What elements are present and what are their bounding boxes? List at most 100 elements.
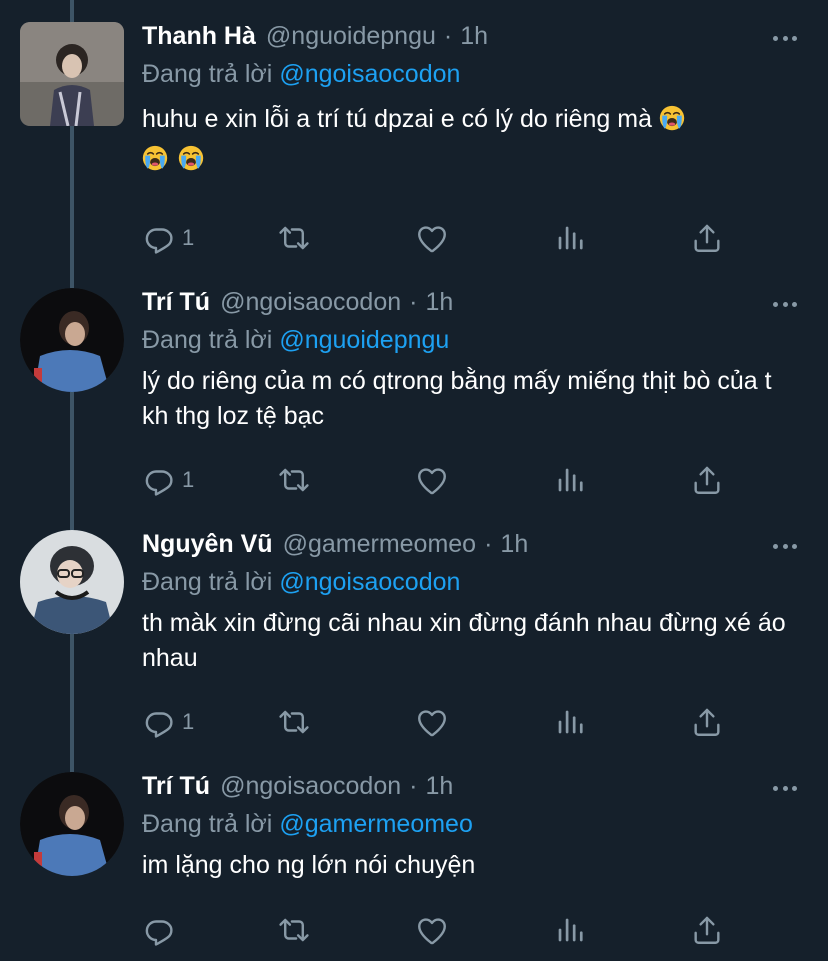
timestamp[interactable]: 1h bbox=[460, 22, 488, 51]
analytics-button[interactable] bbox=[553, 218, 587, 258]
like-button[interactable] bbox=[415, 218, 449, 258]
share-icon bbox=[690, 221, 724, 255]
replying-to: Đang trả lời @ngoisaocodon bbox=[142, 56, 800, 92]
retweet-icon bbox=[277, 913, 311, 947]
more-icon[interactable] bbox=[770, 26, 800, 50]
mention-link[interactable]: @nguoidepngu bbox=[279, 326, 449, 354]
retweet-icon bbox=[277, 463, 311, 497]
tweet-text: im lặng cho ng lớn nói chuyện bbox=[142, 851, 476, 879]
tweet-content: Trí Tú @ngoisaocodon · 1h Đang trả lời @n… bbox=[142, 288, 800, 434]
reply-count: 1 bbox=[182, 467, 195, 492]
avatar[interactable] bbox=[20, 288, 124, 392]
tweet-actions: 1 bbox=[142, 702, 742, 742]
mention-link[interactable]: @ngoisaocodon bbox=[279, 568, 460, 596]
reply-button[interactable]: 1 bbox=[142, 702, 194, 742]
like-button[interactable] bbox=[415, 910, 449, 950]
tweet-actions: 1 bbox=[142, 460, 742, 500]
like-button[interactable] bbox=[415, 702, 449, 742]
tweet-text: huhu e xin lỗi a trí tú dpzai e có lý do… bbox=[142, 102, 800, 171]
loudly-crying-face-emoji bbox=[142, 145, 168, 171]
emoji-row bbox=[142, 145, 800, 171]
like-button[interactable] bbox=[415, 460, 449, 500]
more-icon[interactable] bbox=[770, 292, 800, 316]
tweet-content: Trí Tú @ngoisaocodon · 1h Đang trả lời @g… bbox=[142, 772, 800, 883]
user-handle[interactable]: @gamermeomeo bbox=[283, 530, 477, 559]
display-name[interactable]: Trí Tú bbox=[142, 288, 210, 317]
share-icon bbox=[690, 913, 724, 947]
replying-to-label: Đang trả lời bbox=[142, 326, 273, 354]
mention-link[interactable]: @ngoisaocodon bbox=[279, 60, 460, 88]
loudly-crying-face-emoji bbox=[178, 145, 204, 171]
user-handle[interactable]: @ngoisaocodon bbox=[220, 772, 401, 801]
loudly-crying-face-emoji bbox=[659, 105, 685, 131]
reply-button[interactable] bbox=[142, 910, 182, 950]
avatar[interactable] bbox=[20, 772, 124, 876]
reply-icon bbox=[142, 221, 176, 255]
analytics-button[interactable] bbox=[553, 460, 587, 500]
analytics-icon bbox=[553, 221, 587, 255]
retweet-button[interactable] bbox=[277, 218, 311, 258]
analytics-button[interactable] bbox=[553, 910, 587, 950]
retweet-button[interactable] bbox=[277, 702, 311, 742]
tweet[interactable]: Trí Tú @ngoisaocodon · 1h Đang trả lời @g… bbox=[0, 772, 828, 961]
like-icon bbox=[415, 705, 449, 739]
tweet-text-content: huhu e xin lỗi a trí tú dpzai e có lý do… bbox=[142, 105, 653, 133]
share-icon bbox=[690, 705, 724, 739]
tweet-text: lý do riêng của m có qtrong bằng mấy miế… bbox=[142, 367, 772, 430]
tweet-header: Thanh Hà @nguoidepngu · 1h bbox=[142, 22, 800, 56]
analytics-icon bbox=[553, 913, 587, 947]
retweet-button[interactable] bbox=[277, 460, 311, 500]
mention-link[interactable]: @gamermeomeo bbox=[279, 810, 473, 838]
avatar[interactable] bbox=[20, 22, 124, 126]
replying-to-label: Đang trả lời bbox=[142, 60, 273, 88]
user-handle[interactable]: @ngoisaocodon bbox=[220, 288, 401, 317]
share-button[interactable] bbox=[690, 460, 724, 500]
tweet[interactable]: Trí Tú @ngoisaocodon · 1h Đang trả lời @n… bbox=[0, 288, 828, 508]
reply-count: 1 bbox=[182, 709, 195, 734]
replying-to: Đang trả lời @ngoisaocodon bbox=[142, 564, 800, 600]
replying-to-label: Đang trả lời bbox=[142, 810, 273, 838]
like-icon bbox=[415, 463, 449, 497]
tweet-actions: 1 bbox=[142, 218, 742, 258]
separator-dot: · bbox=[409, 772, 418, 800]
share-button[interactable] bbox=[690, 910, 724, 950]
reply-icon bbox=[142, 913, 176, 947]
tweet-header: Trí Tú @ngoisaocodon · 1h bbox=[142, 288, 800, 322]
tweet-actions bbox=[142, 910, 742, 950]
tweet-header: Nguyên Vũ @gamermeomeo · 1h bbox=[142, 530, 800, 564]
reply-button[interactable]: 1 bbox=[142, 460, 194, 500]
separator-dot: · bbox=[484, 530, 493, 558]
tweet[interactable]: Thanh Hà @nguoidepngu · 1h Đang trả lời @… bbox=[0, 22, 828, 262]
display-name[interactable]: Trí Tú bbox=[142, 772, 210, 801]
replying-to: Đang trả lời @nguoidepngu bbox=[142, 322, 800, 358]
separator-dot: · bbox=[443, 22, 453, 50]
avatar[interactable] bbox=[20, 530, 124, 634]
reply-icon bbox=[142, 705, 176, 739]
tweet-content: Nguyên Vũ @gamermeomeo · 1h Đang trả lời… bbox=[142, 530, 800, 676]
like-icon bbox=[415, 221, 449, 255]
reply-button[interactable]: 1 bbox=[142, 218, 194, 258]
timestamp[interactable]: 1h bbox=[500, 530, 528, 559]
timestamp[interactable]: 1h bbox=[425, 288, 453, 317]
share-icon bbox=[690, 463, 724, 497]
replying-to-label: Đang trả lời bbox=[142, 568, 273, 596]
more-icon[interactable] bbox=[770, 534, 800, 558]
like-icon bbox=[415, 913, 449, 947]
user-handle[interactable]: @nguoidepngu bbox=[266, 22, 436, 51]
analytics-icon bbox=[553, 463, 587, 497]
timestamp[interactable]: 1h bbox=[425, 772, 453, 801]
reply-icon bbox=[142, 463, 176, 497]
share-button[interactable] bbox=[690, 218, 724, 258]
analytics-button[interactable] bbox=[553, 702, 587, 742]
analytics-icon bbox=[553, 705, 587, 739]
retweet-button[interactable] bbox=[277, 910, 311, 950]
more-icon[interactable] bbox=[770, 776, 800, 800]
tweet[interactable]: Nguyên Vũ @gamermeomeo · 1h Đang trả lời… bbox=[0, 530, 828, 750]
reply-count: 1 bbox=[182, 225, 195, 250]
tweet-thread: Thanh Hà @nguoidepngu · 1h Đang trả lời @… bbox=[0, 0, 828, 961]
display-name[interactable]: Thanh Hà bbox=[142, 22, 256, 51]
separator-dot: · bbox=[409, 288, 418, 316]
tweet-header: Trí Tú @ngoisaocodon · 1h bbox=[142, 772, 800, 806]
display-name[interactable]: Nguyên Vũ bbox=[142, 530, 273, 559]
share-button[interactable] bbox=[690, 702, 724, 742]
